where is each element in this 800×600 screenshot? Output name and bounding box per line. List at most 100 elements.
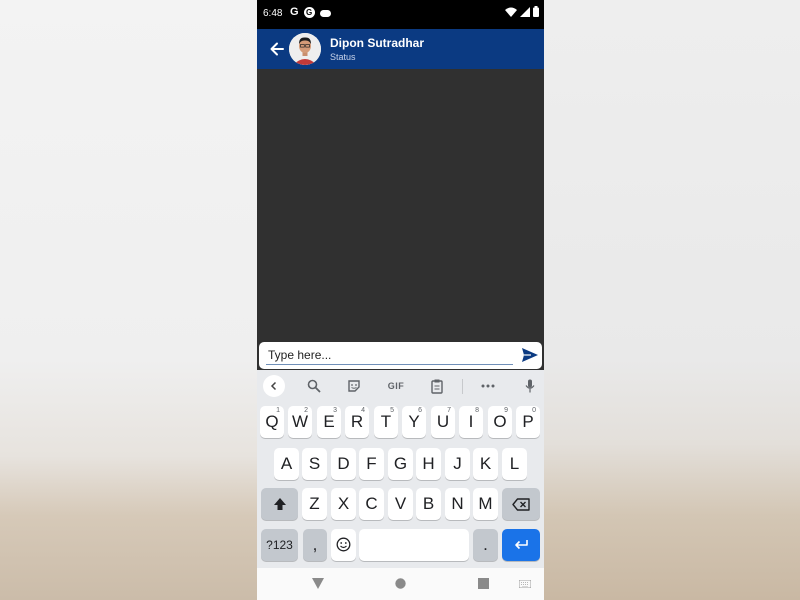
backspace-key[interactable]: [502, 488, 540, 520]
key-label: D: [337, 454, 350, 473]
key-label: P: [522, 412, 534, 431]
search-icon[interactable]: [304, 376, 324, 396]
key-label: I: [468, 412, 474, 431]
key-label: ,: [312, 535, 318, 554]
google-icon: G: [290, 6, 299, 18]
gif-icon[interactable]: GIF: [383, 376, 409, 396]
chevron-left-icon[interactable]: [263, 375, 285, 397]
message-input[interactable]: [266, 345, 513, 365]
signal-icon: [520, 6, 530, 17]
key-label: F: [366, 454, 377, 473]
shift-key[interactable]: [261, 488, 298, 520]
key-label: B: [422, 494, 435, 513]
key-u[interactable]: 7U: [431, 406, 455, 438]
key-j[interactable]: J: [445, 448, 470, 480]
wifi-icon: [505, 7, 517, 17]
key-b[interactable]: B: [416, 488, 441, 520]
comma-key[interactable]: ,: [303, 529, 327, 561]
contact-name[interactable]: Dipon Sutradhar: [330, 36, 424, 50]
key-m[interactable]: M: [473, 488, 498, 520]
key-label: O: [493, 412, 507, 431]
key-y[interactable]: 6Y: [402, 406, 426, 438]
key-e[interactable]: 3E: [317, 406, 341, 438]
back-triangle-icon[interactable]: [312, 578, 324, 589]
keyboard-toolbar: GIF: [257, 370, 544, 402]
shift-arrow-icon: [273, 498, 286, 510]
key-label: M: [478, 494, 493, 513]
space-key[interactable]: [359, 529, 469, 561]
key-hint: 2: [304, 407, 308, 414]
battery-icon: [533, 6, 539, 17]
soft-keyboard: GIF 1Q 2W 3E 4R 5T 6Y 7U 8I 9O 0P A S D …: [257, 370, 544, 600]
key-label: G: [393, 454, 408, 473]
key-label: H: [422, 454, 435, 473]
home-circle-icon[interactable]: [395, 578, 406, 589]
key-c[interactable]: C: [359, 488, 384, 520]
recents-square-icon[interactable]: [478, 578, 489, 589]
key-label: E: [323, 412, 335, 431]
circle-g-icon: G: [303, 6, 315, 18]
key-hint: 4: [361, 407, 365, 414]
gif-label: GIF: [387, 381, 405, 391]
message-list[interactable]: [257, 69, 544, 341]
keyboard-switch-icon[interactable]: [519, 580, 531, 588]
key-z[interactable]: Z: [302, 488, 327, 520]
sticker-icon[interactable]: [344, 376, 364, 396]
period-key[interactable]: .: [473, 529, 498, 561]
more-icon[interactable]: [478, 376, 498, 396]
chat-header: Dipon Sutradhar Status: [257, 29, 544, 69]
key-label: L: [509, 454, 520, 473]
key-r[interactable]: 4R: [345, 406, 369, 438]
key-s[interactable]: S: [302, 448, 327, 480]
key-label: ?123: [266, 538, 293, 552]
mic-icon[interactable]: [520, 376, 540, 396]
toolbar-divider: [462, 379, 463, 394]
key-t[interactable]: 5T: [374, 406, 398, 438]
key-v[interactable]: V: [388, 488, 413, 520]
back-arrow-icon[interactable]: [267, 39, 287, 59]
key-f[interactable]: F: [359, 448, 384, 480]
enter-arrow-icon: [515, 540, 528, 550]
key-o[interactable]: 9O: [488, 406, 512, 438]
key-d[interactable]: D: [331, 448, 356, 480]
key-k[interactable]: K: [473, 448, 498, 480]
key-l[interactable]: L: [502, 448, 527, 480]
phone-screen: 6:48 G G Dipon Sutradhar Status Type her…: [257, 0, 544, 600]
key-label: R: [350, 412, 364, 431]
symbols-key[interactable]: ?123: [261, 529, 298, 561]
key-hint: 8: [475, 407, 479, 414]
key-hint: 7: [447, 407, 451, 414]
key-x[interactable]: X: [331, 488, 356, 520]
background-left: [0, 0, 257, 600]
key-label: X: [337, 494, 350, 513]
emoji-icon: [336, 537, 351, 552]
message-composer: [259, 342, 542, 369]
key-hint: 1: [276, 407, 280, 414]
system-icons: [505, 6, 539, 17]
emoji-key[interactable]: [331, 529, 356, 561]
key-g[interactable]: G: [388, 448, 413, 480]
status-time: 6:48: [263, 8, 283, 19]
clipboard-icon[interactable]: [427, 376, 447, 396]
key-label: C: [365, 494, 378, 513]
key-hint: 0: [532, 407, 536, 414]
key-i[interactable]: 8I: [459, 406, 483, 438]
key-n[interactable]: N: [445, 488, 470, 520]
notification-icons: G G: [290, 6, 331, 18]
key-label: U: [436, 412, 450, 431]
send-icon[interactable]: [521, 347, 539, 363]
key-hint: 6: [418, 407, 422, 414]
key-h[interactable]: H: [416, 448, 441, 480]
status-bar: 6:48 G G: [257, 0, 544, 29]
background-right: [544, 0, 800, 600]
key-hint: 3: [333, 407, 337, 414]
enter-key[interactable]: [502, 529, 540, 561]
key-label: W: [291, 412, 309, 431]
avatar[interactable]: [289, 33, 321, 65]
key-q[interactable]: 1Q: [260, 406, 284, 438]
key-p[interactable]: 0P: [516, 406, 540, 438]
key-label: J: [453, 454, 462, 473]
key-w[interactable]: 2W: [288, 406, 312, 438]
key-a[interactable]: A: [274, 448, 299, 480]
key-label: .: [483, 535, 488, 554]
